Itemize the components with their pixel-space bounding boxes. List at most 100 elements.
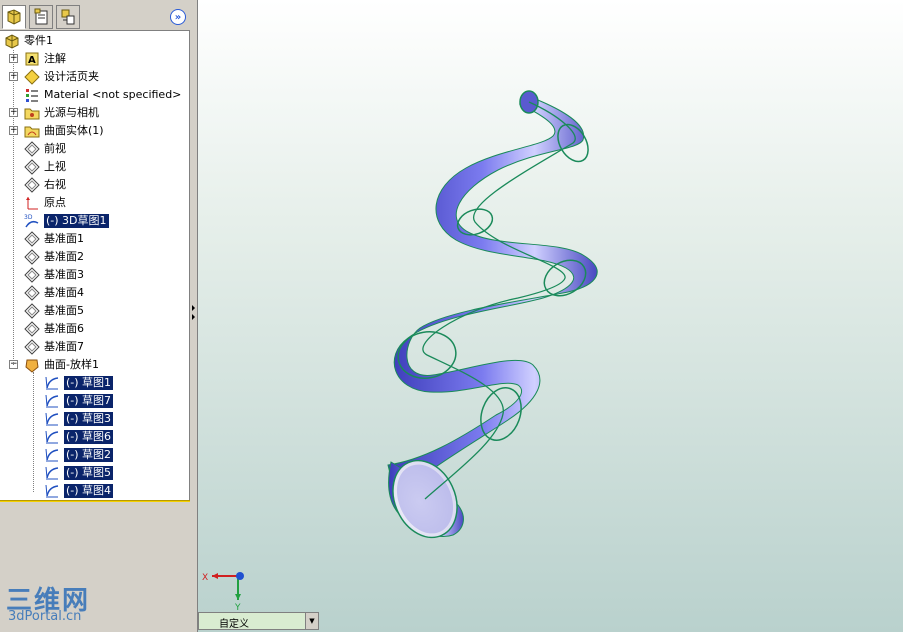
origin-icon bbox=[26, 197, 38, 210]
tree-item[interactable]: 基准面7 bbox=[0, 338, 190, 356]
tree-item-label: (-) 草图4 bbox=[64, 484, 114, 498]
tree-item-label: (-) 草图5 bbox=[64, 466, 114, 480]
tree-item[interactable]: + 光源与相机 bbox=[0, 104, 190, 122]
tree-item-label: (-) 3D草图1 bbox=[44, 214, 109, 228]
svg-text:A: A bbox=[28, 55, 36, 66]
tree-item-label: 曲面-放样1 bbox=[44, 358, 99, 371]
sketch-icon bbox=[45, 394, 59, 408]
tree-item-label: 基准面4 bbox=[44, 286, 84, 299]
tree-item[interactable]: 原点 bbox=[0, 194, 190, 212]
tree-item-label: 基准面7 bbox=[44, 340, 84, 353]
tree-item-loft-sketch[interactable]: (-) 草图4 bbox=[0, 482, 190, 500]
plane-icon bbox=[24, 141, 40, 157]
plane-icon bbox=[24, 339, 40, 355]
tree-item-label: 设计活页夹 bbox=[44, 70, 99, 83]
tree-item[interactable]: 基准面2 bbox=[0, 248, 190, 266]
tree-item[interactable]: 基准面3 bbox=[0, 266, 190, 284]
sketch-icon bbox=[45, 412, 59, 426]
tree-item-label: 基准面5 bbox=[44, 304, 84, 317]
feature-manager-tab-icon bbox=[7, 9, 21, 25]
tree-item-label: 基准面3 bbox=[44, 268, 84, 281]
watermark-logo: 三维网 3dPortal.cn bbox=[6, 580, 106, 628]
configuration-manager-tab-icon bbox=[61, 9, 75, 25]
tree-item[interactable]: − 曲面-放样1 bbox=[0, 356, 190, 374]
tree-item[interactable]: 前视 bbox=[0, 140, 190, 158]
part-icon bbox=[5, 34, 19, 49]
tree-item[interactable]: 右视 bbox=[0, 176, 190, 194]
tree-item[interactable]: 基准面1 bbox=[0, 230, 190, 248]
plane-icon bbox=[24, 231, 40, 247]
surface-loft-icon bbox=[25, 359, 39, 373]
tree-item-label: 基准面1 bbox=[44, 232, 84, 245]
tree-item[interactable]: 基准面5 bbox=[0, 302, 190, 320]
tree-item-label: (-) 草图7 bbox=[64, 394, 114, 408]
configuration-manager-tab[interactable] bbox=[56, 5, 80, 29]
material-icon bbox=[26, 89, 38, 102]
tree-item-label: 右视 bbox=[44, 178, 66, 191]
tree-item[interactable]: 基准面6 bbox=[0, 320, 190, 338]
feature-manager-panel: » 零件1 + A 注解 + 设计活页夹 Material <not specified> +… bbox=[0, 0, 190, 632]
lofted-surface-model[interactable] bbox=[198, 0, 903, 632]
coordinate-triad: X Y bbox=[202, 566, 252, 614]
tree-connector bbox=[13, 50, 14, 365]
tree-item[interactable]: Material <not specified> bbox=[0, 86, 190, 104]
tree-item-label: 光源与相机 bbox=[44, 106, 99, 119]
tree-item-loft-sketch[interactable]: (-) 草图5 bbox=[0, 464, 190, 482]
tree-item-loft-sketch[interactable]: (-) 草图3 bbox=[0, 410, 190, 428]
panel-splitter[interactable] bbox=[190, 0, 198, 632]
tree-item[interactable]: + 设计活页夹 bbox=[0, 68, 190, 86]
tree-item[interactable]: + 曲面实体(1) bbox=[0, 122, 190, 140]
tree-item-label: 前视 bbox=[44, 142, 66, 155]
property-manager-tab-icon bbox=[34, 8, 48, 25]
plane-icon bbox=[24, 285, 40, 301]
tree-connector bbox=[33, 372, 34, 492]
view-orientation-select[interactable]: 自定义 ▼ bbox=[198, 612, 319, 630]
tree-item-label: (-) 草图2 bbox=[64, 448, 114, 462]
plane-icon bbox=[24, 159, 40, 175]
splitter-grip-icon bbox=[192, 305, 195, 320]
tree-item-label: Material <not specified> bbox=[44, 88, 182, 101]
plane-icon bbox=[24, 321, 40, 337]
view-orientation-value: 自定义 bbox=[219, 619, 249, 630]
tree-item-loft-sketch[interactable]: (-) 草图1 bbox=[0, 374, 190, 392]
tree-item-loft-sketch[interactable]: (-) 草图7 bbox=[0, 392, 190, 410]
property-manager-tab[interactable] bbox=[29, 5, 53, 29]
svg-text:3D: 3D bbox=[24, 214, 33, 221]
tree-root-part[interactable]: 零件1 bbox=[0, 32, 190, 50]
expand-panel-button[interactable]: » bbox=[170, 9, 186, 25]
annotation-icon: A bbox=[25, 52, 39, 66]
plane-icon bbox=[24, 177, 40, 193]
tree-item-label: (-) 草图3 bbox=[64, 412, 114, 426]
watermark-url: 3dPortal.cn bbox=[8, 609, 82, 624]
plane-icon bbox=[24, 303, 40, 319]
dropdown-arrow-icon[interactable]: ▼ bbox=[305, 613, 318, 629]
manager-tabs: » bbox=[0, 0, 190, 31]
tree-item-label: 基准面2 bbox=[44, 250, 84, 263]
sketch-icon bbox=[45, 484, 59, 498]
tree-item[interactable]: 上视 bbox=[0, 158, 190, 176]
tree-item[interactable]: 3D (-) 3D草图1 bbox=[0, 212, 190, 230]
plane-icon bbox=[24, 267, 40, 283]
tree-item-label: (-) 草图1 bbox=[64, 376, 114, 390]
tree-item[interactable]: 基准面4 bbox=[0, 284, 190, 302]
triad-x-label: X bbox=[202, 573, 208, 583]
sketch-icon bbox=[45, 430, 59, 444]
tree-item-label: 基准面6 bbox=[44, 322, 84, 335]
tree-item-label: 原点 bbox=[44, 196, 66, 209]
lights-cameras-icon bbox=[24, 108, 40, 120]
feature-manager-tab[interactable] bbox=[2, 5, 26, 29]
surface-bodies-icon bbox=[24, 126, 40, 138]
design-binder-icon bbox=[24, 69, 40, 85]
graphics-viewport[interactable]: X Y 自定义 ▼ bbox=[198, 0, 903, 632]
feature-tree: 零件1 + A 注解 + 设计活页夹 Material <not specified> + 光源… bbox=[0, 32, 190, 501]
tree-item-loft-sketch[interactable]: (-) 草图6 bbox=[0, 428, 190, 446]
tree-item[interactable]: + A 注解 bbox=[0, 50, 190, 68]
tree-item-loft-sketch[interactable]: (-) 草图2 bbox=[0, 446, 190, 464]
sketch-icon bbox=[45, 448, 59, 462]
sketch-icon bbox=[45, 466, 59, 480]
tree-item-label: 上视 bbox=[44, 160, 66, 173]
tree-item-label: 曲面实体(1) bbox=[44, 124, 104, 137]
axis-triad-icon: X Y bbox=[202, 572, 244, 613]
tree-item-label: (-) 草图6 bbox=[64, 430, 114, 444]
sketch-icon bbox=[45, 376, 59, 390]
